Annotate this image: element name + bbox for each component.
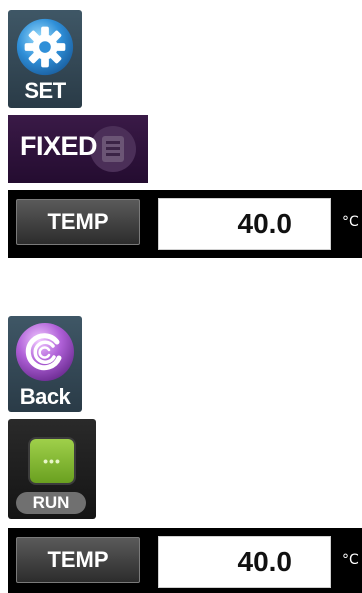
run-icon: •••: [30, 439, 74, 483]
temp-value-field[interactable]: 40.0: [158, 536, 331, 588]
fixed-label: FIXED: [20, 131, 98, 161]
temp-unit: °C: [342, 214, 359, 230]
set-label: SET: [24, 78, 66, 103]
run-label-pill: RUN: [16, 492, 86, 514]
temp-button[interactable]: TEMP: [16, 537, 140, 583]
fixed-mode-button[interactable]: FIXED: [8, 115, 148, 183]
temp-row-2: TEMP 40.0 °C: [8, 528, 362, 593]
swirl-logo-icon: [16, 323, 74, 381]
temp-unit: °C: [342, 552, 359, 568]
set-button[interactable]: SET: [8, 10, 82, 108]
back-button[interactable]: Back: [8, 316, 82, 412]
run-label: RUN: [32, 493, 70, 512]
run-icon-dots: •••: [43, 453, 61, 469]
gear-icon: [16, 18, 74, 76]
run-button[interactable]: ••• RUN: [8, 419, 96, 519]
temp-button[interactable]: TEMP: [16, 199, 140, 245]
temp-value-field[interactable]: 40.0: [158, 198, 331, 250]
back-label: Back: [19, 384, 71, 409]
temp-row-1: TEMP 40.0 °C: [8, 190, 362, 258]
